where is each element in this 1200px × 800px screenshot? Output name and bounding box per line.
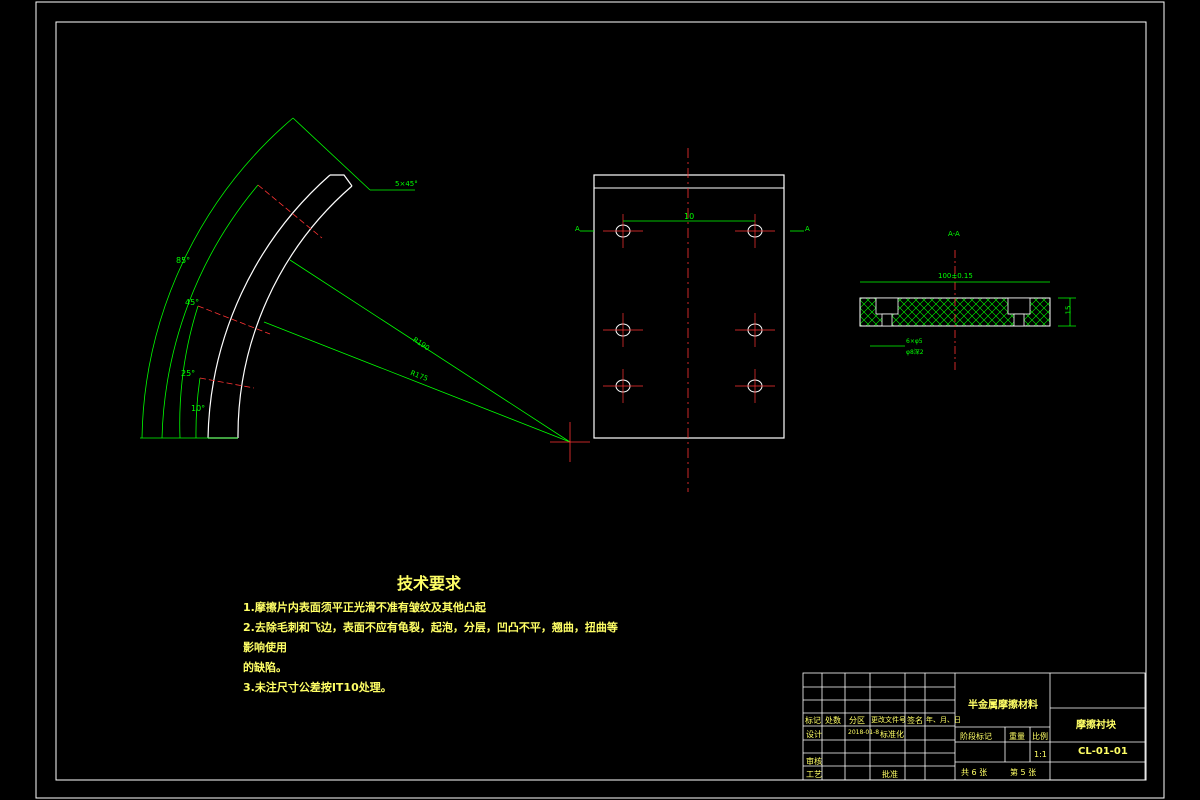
process-label: 工艺 — [806, 770, 822, 779]
stage-label: 阶段标记 — [960, 732, 992, 741]
part-name: 摩擦衬块 — [1076, 720, 1116, 731]
front-view — [580, 148, 804, 492]
requirements-title: 技术要求 — [397, 574, 462, 593]
approve-label: 批准 — [882, 770, 898, 779]
section-hole-note-2: φ8深2 — [906, 349, 924, 356]
chamfer-note: 5×45° — [395, 180, 418, 188]
designer-label: 设计 — [806, 730, 822, 739]
section-title: A-A — [948, 230, 960, 238]
header-change-doc: 更改文件号 — [871, 716, 906, 724]
weight-label: 重量 — [1009, 732, 1025, 741]
arc-view — [140, 117, 590, 462]
section-width: 100±0.15 — [938, 272, 973, 280]
scale-label: 比例 — [1032, 732, 1048, 741]
header-date: 年、月、日 — [926, 716, 961, 724]
header-mark: 标记 — [805, 716, 821, 725]
requirements-list: 1.摩擦片内表面须平正光滑不准有皱纹及其他凸起 2.去除毛刺和飞边，表面不应有龟… — [243, 598, 623, 698]
design-date: 2018-01-8 — [848, 729, 880, 736]
project-name: 半金属摩擦材料 — [968, 700, 1038, 711]
section-height: 15 — [1064, 305, 1073, 315]
header-count: 处数 — [825, 716, 841, 725]
section-hole-note: 6×φ5 — [906, 338, 923, 345]
angle-85: 85° — [176, 256, 191, 265]
reviewer-label: 审核 — [806, 757, 822, 766]
requirement-item: 2.去除毛刺和飞边，表面不应有龟裂，起泡，分层，凹凸不平，翘曲，扭曲等影响使用 — [243, 621, 618, 654]
section-view — [859, 250, 1076, 372]
sheet-number: 第 5 张 — [1010, 768, 1037, 777]
header-signature: 签名 — [907, 716, 923, 725]
standard-label: 标准化 — [880, 730, 904, 739]
section-mark-left: A — [575, 225, 580, 233]
sheets-total: 共 6 张 — [961, 768, 988, 777]
header-zone: 分区 — [849, 716, 865, 725]
section-mark-right: A — [805, 225, 810, 233]
hole-spacing: 10 — [684, 212, 695, 221]
scale-value: 1:1 — [1034, 750, 1047, 759]
requirement-item: 3.未注尺寸公差按IT10处理。 — [243, 681, 392, 694]
angle-25: 25° — [181, 369, 196, 378]
requirement-item: 1.摩擦片内表面须平正光滑不准有皱纹及其他凸起 — [243, 601, 486, 614]
angle-10: 10° — [191, 404, 206, 413]
angle-45: 45° — [185, 298, 200, 307]
drawing-number: CL-01-01 — [1078, 746, 1128, 757]
requirement-item: 的缺陷。 — [243, 661, 287, 674]
